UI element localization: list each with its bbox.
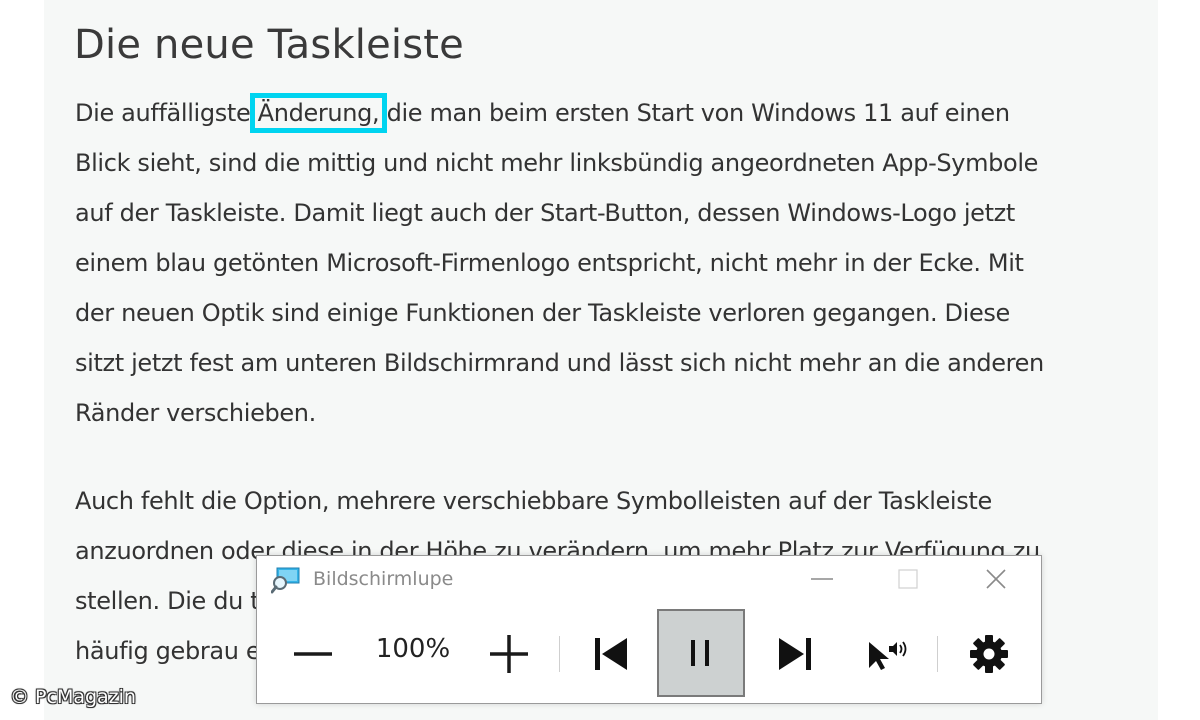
close-icon <box>986 569 1006 589</box>
magnifier-reading-focus: Änderung, <box>249 93 388 133</box>
zoom-level: 100% <box>375 634 451 664</box>
paragraph-line: auf der Taskleiste. Damit liegt auch der… <box>75 199 1015 227</box>
zoom-out-button[interactable] <box>285 606 341 702</box>
toolbar-separator <box>559 636 560 672</box>
skip-next-icon <box>779 638 811 670</box>
zoom-in-button[interactable] <box>481 606 537 702</box>
minimize-button[interactable] <box>797 560 847 598</box>
copyright-watermark: © PcMagazin <box>10 686 136 708</box>
plus-icon <box>490 635 528 673</box>
skip-previous-icon <box>595 638 627 670</box>
maximize-icon <box>898 569 918 589</box>
paragraph-1: Die auffälligste Änderung, die man beim … <box>75 88 1155 438</box>
magnifier-window[interactable]: Bildschirmlupe 100% <box>256 555 1042 704</box>
toolbar-separator <box>937 636 938 672</box>
paragraph-line: einem blau getönten Microsoft-Firmenlogo… <box>75 249 1024 277</box>
article-title: Die neue Taskleiste <box>74 22 464 68</box>
magnifier-titlebar[interactable]: Bildschirmlupe <box>257 556 1041 602</box>
minus-icon <box>294 652 332 656</box>
paragraph-line: der neuen Optik sind einige Funktionen d… <box>75 299 1010 327</box>
line-text: Die auffälligste <box>75 99 258 127</box>
read-from-here-button[interactable] <box>857 606 917 702</box>
gear-icon <box>970 635 1008 673</box>
pause-icon <box>691 640 709 666</box>
magnifier-toolbar: 100% <box>257 606 1041 702</box>
paragraph-line: Die auffälligste Änderung, die man beim … <box>75 88 1155 138</box>
minimize-icon <box>811 578 833 580</box>
magnifier-app-icon <box>271 567 300 594</box>
paragraph-line: Blick sieht, sind die mittig und nicht m… <box>75 149 1039 177</box>
settings-button[interactable] <box>961 606 1017 702</box>
line-text: die man beim ersten Start von Windows 11… <box>379 99 1010 127</box>
paragraph-line: Ränder verschieben. <box>75 399 316 427</box>
next-button[interactable] <box>767 606 823 702</box>
cursor-speaker-icon <box>869 641 907 670</box>
pause-button[interactable] <box>657 609 745 697</box>
maximize-button[interactable] <box>883 560 933 598</box>
paragraph-line: Auch fehlt die Option, mehrere verschieb… <box>75 487 992 515</box>
close-button[interactable] <box>971 560 1021 598</box>
paragraph-line: sitzt jetzt fest am unteren Bildschirmra… <box>75 349 1044 377</box>
magnifier-title: Bildschirmlupe <box>313 568 454 590</box>
previous-button[interactable] <box>583 606 639 702</box>
